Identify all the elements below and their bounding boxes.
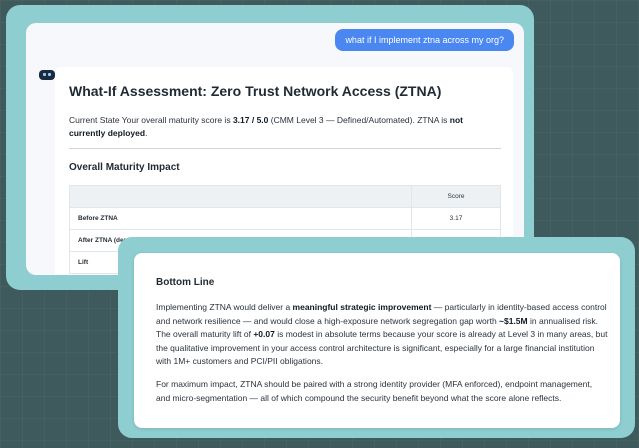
current-score: 3.17 / 5.0 — [232, 115, 269, 125]
table-header-score: Score — [411, 185, 501, 208]
bottom-line-paragraph-2: For maximum impact, ZTNA should be paire… — [156, 379, 593, 403]
answer-title: What-If Assessment: Zero Trust Network A… — [69, 83, 442, 99]
section-divider — [69, 148, 501, 149]
row-score: 3.17 — [411, 207, 501, 230]
bottom-line-paragraph-1: Implementing ZTNA would deliver a meanin… — [156, 302, 608, 366]
bottom-line-frame: Bottom Line Implementing ZTNA would deli… — [118, 237, 635, 438]
table-header-row: Score — [69, 185, 501, 208]
assistant-avatar-icon — [39, 70, 55, 80]
bottom-line-heading: Bottom Line — [156, 277, 215, 288]
bottom-line-card: Bottom Line Implementing ZTNA would deli… — [134, 253, 620, 428]
user-message-bubble: what if I implement ztna across my org? — [335, 29, 514, 51]
current-state-text: Current State Your overall maturity scor… — [69, 115, 464, 138]
table-header-label — [69, 185, 412, 208]
table-row: Before ZTNA 3.17 — [69, 207, 501, 230]
row-label: Before ZTNA — [69, 207, 412, 230]
impact-heading: Overall Maturity Impact — [69, 162, 180, 173]
